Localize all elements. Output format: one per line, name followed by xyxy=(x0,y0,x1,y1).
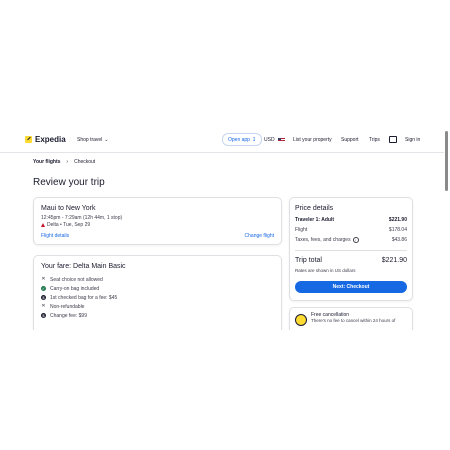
page-scrollbar[interactable] xyxy=(445,131,448,191)
x-icon: ✕ xyxy=(41,276,46,282)
flight-route: Maui to New York xyxy=(41,205,96,212)
delta-logo-icon xyxy=(41,223,45,227)
price-row-value: $221.90 xyxy=(388,217,407,223)
sign-in-link[interactable]: Sign in xyxy=(405,137,420,143)
fare-card: Your fare: Delta Main Basic ✕ Seat choic… xyxy=(33,255,282,330)
flight-details-link[interactable]: Flight details xyxy=(41,233,69,239)
shop-travel-label: Shop travel xyxy=(77,137,103,143)
chevron-right-icon: › xyxy=(66,159,69,165)
flight-time: 12:45pm - 7:29am (12h 44m, 1 stop) xyxy=(41,215,123,221)
fare-feature-text: Change fee: $99 xyxy=(50,312,87,319)
price-row-label: Flight xyxy=(295,227,308,233)
top-navigation-bar: Expedia Shop travel ⌄ Open app ↧ USD Lis… xyxy=(0,126,444,153)
currency-label: USD xyxy=(264,137,275,143)
open-app-label: Open app xyxy=(228,136,250,143)
info-icon[interactable]: i xyxy=(352,237,359,243)
fare-feature-text: Non-refundable xyxy=(50,303,85,310)
breadcrumb-checkout: Checkout xyxy=(74,159,96,165)
trips-link[interactable]: Trips xyxy=(369,137,380,143)
check-icon: ✓ xyxy=(41,286,46,291)
trip-total-value: $221.90 xyxy=(381,257,407,264)
open-app-button[interactable]: Open app ↧ xyxy=(222,133,263,146)
change-flight-link[interactable]: Change flight xyxy=(245,233,274,239)
fare-feature-text: 1st checked bag for a fee: $45 xyxy=(50,294,118,301)
x-icon: ✕ xyxy=(41,303,46,309)
fare-title: Your fare: Delta Main Basic xyxy=(41,263,126,270)
dollar-icon: $ xyxy=(41,313,46,318)
trip-total-label: Trip total xyxy=(295,257,322,264)
fare-features-list: ✕ Seat choice not allowed ✓ Carry-on bag… xyxy=(41,275,117,320)
currency-selector[interactable]: USD xyxy=(264,137,285,143)
fare-feature-text: Seat choice not allowed xyxy=(50,276,103,283)
shop-travel-menu[interactable]: Shop travel ⌄ xyxy=(77,137,109,143)
fare-feature: ✕ Seat choice not allowed xyxy=(41,275,117,284)
fare-feature-text: Carry-on bag included xyxy=(50,285,100,292)
divider xyxy=(295,250,407,251)
expedia-logo[interactable]: Expedia xyxy=(25,135,66,144)
expedia-logo-icon xyxy=(25,136,32,143)
flight-summary-card: Maui to New York 12:45pm - 7:29am (12h 4… xyxy=(33,197,282,245)
price-row-traveler: Traveler 1: Adult $221.90 xyxy=(295,217,407,223)
fare-feature: ✓ Carry-on bag included xyxy=(41,284,117,293)
price-details-title: Price details xyxy=(295,205,334,212)
flight-airline-date: Delta • Tue, Sep 29 xyxy=(41,222,90,228)
fare-feature: $ Change fee: $99 xyxy=(41,311,117,320)
dollar-icon: $ xyxy=(41,295,46,300)
trip-total: Trip total $221.90 xyxy=(295,257,407,264)
price-row-taxes: Taxes, fees, and charges i $43.86 xyxy=(295,237,407,243)
fare-feature: $ 1st checked bag for a fee: $45 xyxy=(41,293,117,302)
price-row-flight: Flight $178.04 xyxy=(295,227,407,233)
logo-text: Expedia xyxy=(35,135,66,144)
breadcrumb-your-flights[interactable]: Your flights xyxy=(33,159,60,165)
price-row-label: Taxes, fees, and charges xyxy=(295,237,351,243)
price-row-label: Traveler 1: Adult xyxy=(295,217,334,223)
breadcrumb: Your flights › Checkout xyxy=(33,159,95,165)
price-details-card: Price details Traveler 1: Adult $221.90 … xyxy=(289,197,413,301)
chevron-down-icon: ⌄ xyxy=(104,136,109,143)
chat-icon[interactable] xyxy=(389,136,397,143)
price-row-label-group: Taxes, fees, and charges i xyxy=(295,237,359,243)
clock-icon xyxy=(295,314,307,326)
price-row-value: $43.86 xyxy=(391,237,407,243)
price-row-value: $178.04 xyxy=(388,227,407,233)
free-cancellation-card: Free cancellation There's no fee to canc… xyxy=(289,307,413,330)
next-checkout-button[interactable]: Next: Checkout xyxy=(295,281,407,293)
download-icon: ↧ xyxy=(251,136,257,143)
cancellation-subtitle: There's no fee to cancel within 24 hours… xyxy=(311,318,396,323)
currency-note: Rates are shown in US dollars xyxy=(295,268,356,273)
list-property-link[interactable]: List your property xyxy=(293,137,332,143)
page-title: Review your trip xyxy=(33,177,105,188)
airline-date-text: Delta • Tue, Sep 29 xyxy=(47,222,91,228)
support-link[interactable]: Support xyxy=(341,137,359,143)
browser-viewport: Expedia Shop travel ⌄ Open app ↧ USD Lis… xyxy=(0,126,450,330)
us-flag-icon xyxy=(277,138,285,142)
fare-feature: ✕ Non-refundable xyxy=(41,302,117,311)
